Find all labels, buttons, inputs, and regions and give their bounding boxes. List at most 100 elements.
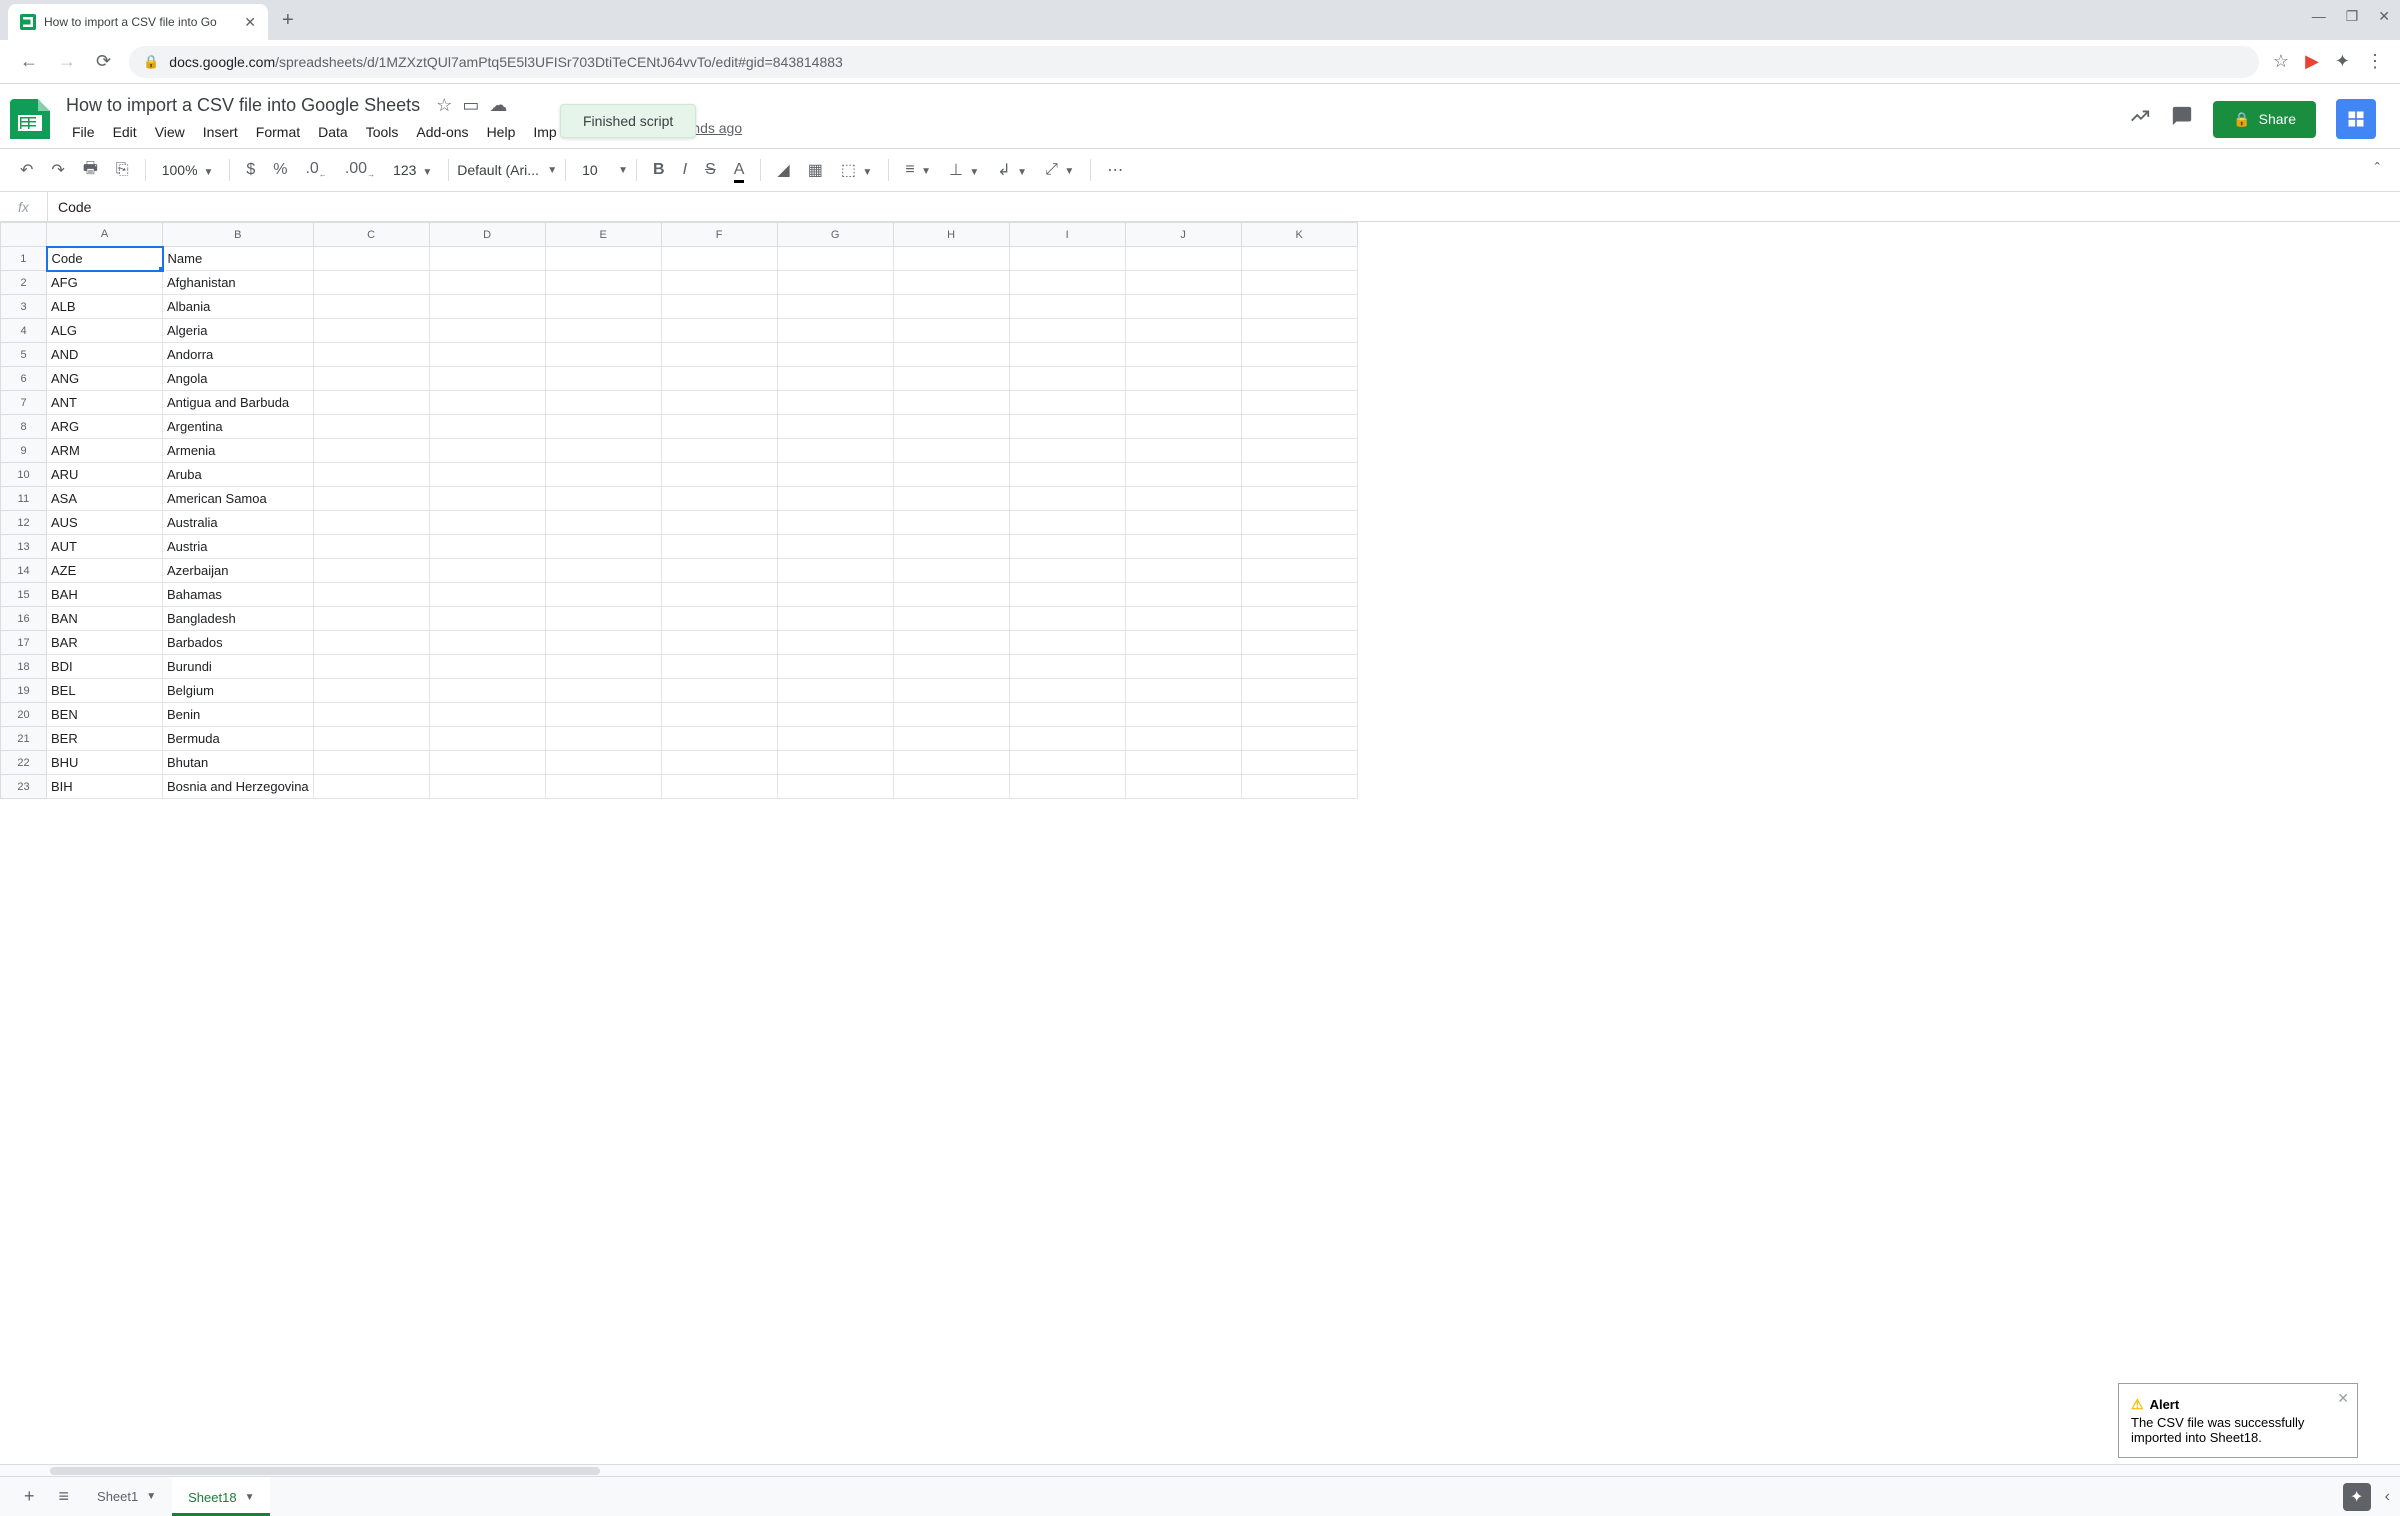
row-header[interactable]: 5 <box>1 343 47 367</box>
column-header-E[interactable]: E <box>545 223 661 247</box>
cell[interactable] <box>1125 511 1241 535</box>
cell[interactable] <box>545 415 661 439</box>
cell[interactable] <box>777 271 893 295</box>
cell[interactable]: Name <box>163 247 314 271</box>
cell[interactable]: Austria <box>163 535 314 559</box>
cell[interactable] <box>545 655 661 679</box>
cell[interactable] <box>1125 703 1241 727</box>
cell[interactable] <box>313 439 429 463</box>
cell[interactable] <box>313 295 429 319</box>
address-bar[interactable]: 🔒 docs.google.com/spreadsheets/d/1MZXztQ… <box>129 46 2259 78</box>
column-header-G[interactable]: G <box>777 223 893 247</box>
cell[interactable]: ANG <box>47 367 163 391</box>
cell[interactable] <box>1125 439 1241 463</box>
cell[interactable]: Argentina <box>163 415 314 439</box>
row-header[interactable]: 10 <box>1 463 47 487</box>
cell[interactable] <box>313 343 429 367</box>
activity-icon[interactable] <box>2129 105 2151 133</box>
menu-data[interactable]: Data <box>310 120 356 144</box>
extensions-icon[interactable]: ✦ <box>2335 51 2350 72</box>
column-header-A[interactable]: A <box>47 223 163 247</box>
redo-icon[interactable]: ↷ <box>43 154 72 186</box>
cell[interactable] <box>313 463 429 487</box>
cell[interactable] <box>545 463 661 487</box>
cell[interactable] <box>1009 343 1125 367</box>
cell[interactable] <box>1241 727 1357 751</box>
cell[interactable]: BHU <box>47 751 163 775</box>
cell[interactable] <box>429 607 545 631</box>
row-header[interactable]: 6 <box>1 367 47 391</box>
cell[interactable] <box>1009 727 1125 751</box>
row-header[interactable]: 17 <box>1 631 47 655</box>
bold-icon[interactable]: B <box>645 155 673 185</box>
cell[interactable]: Benin <box>163 703 314 727</box>
cell[interactable] <box>545 775 661 799</box>
font-size-select[interactable]: 10 <box>574 158 614 182</box>
cell[interactable] <box>893 679 1009 703</box>
cell[interactable] <box>313 751 429 775</box>
cell[interactable] <box>545 343 661 367</box>
cell[interactable] <box>1009 703 1125 727</box>
cell[interactable] <box>1125 607 1241 631</box>
cell[interactable] <box>777 655 893 679</box>
grid-scroll[interactable]: ABCDEFGHIJK1CodeName2AFGAfghanistan3ALBA… <box>0 222 2400 1464</box>
sheet-tab-sheet1[interactable]: Sheet1 ▼ <box>81 1477 172 1516</box>
cell[interactable] <box>661 367 777 391</box>
cell[interactable] <box>893 751 1009 775</box>
cell[interactable] <box>777 463 893 487</box>
cell[interactable] <box>313 631 429 655</box>
cell[interactable] <box>545 319 661 343</box>
strikethrough-icon[interactable]: S <box>697 155 724 185</box>
cell[interactable] <box>429 631 545 655</box>
cell[interactable] <box>313 535 429 559</box>
cell[interactable] <box>313 607 429 631</box>
cell[interactable] <box>313 775 429 799</box>
undo-icon[interactable]: ↶ <box>12 154 41 186</box>
chrome-menu-icon[interactable]: ⋮ <box>2366 51 2384 72</box>
cell[interactable] <box>1241 487 1357 511</box>
font-select[interactable]: Default (Ari... <box>457 162 543 178</box>
cell[interactable] <box>777 295 893 319</box>
cell[interactable] <box>1125 319 1241 343</box>
cell[interactable] <box>893 703 1009 727</box>
row-header[interactable]: 23 <box>1 775 47 799</box>
extension1-icon[interactable]: ▶ <box>2305 51 2319 72</box>
cell[interactable]: Barbados <box>163 631 314 655</box>
cell[interactable] <box>893 775 1009 799</box>
cell[interactable] <box>1241 415 1357 439</box>
decrease-decimal-icon[interactable]: .0← <box>297 154 334 185</box>
cell[interactable]: Aruba <box>163 463 314 487</box>
cell[interactable] <box>1009 391 1125 415</box>
cell[interactable] <box>429 583 545 607</box>
cell[interactable] <box>1241 511 1357 535</box>
sheet-tab-sheet18[interactable]: Sheet18 ▼ <box>172 1477 270 1516</box>
cell[interactable] <box>1125 463 1241 487</box>
cell[interactable] <box>893 559 1009 583</box>
cell[interactable] <box>661 247 777 271</box>
cell[interactable] <box>1125 631 1241 655</box>
star-icon[interactable]: ☆ <box>2273 51 2289 72</box>
cell[interactable] <box>1009 511 1125 535</box>
cell[interactable]: Australia <box>163 511 314 535</box>
cell[interactable] <box>893 463 1009 487</box>
cell[interactable] <box>893 343 1009 367</box>
cell[interactable] <box>429 247 545 271</box>
cell[interactable] <box>661 703 777 727</box>
cell[interactable] <box>893 535 1009 559</box>
cell[interactable]: Code <box>47 247 163 271</box>
cell[interactable]: BDI <box>47 655 163 679</box>
cell[interactable] <box>313 391 429 415</box>
cell[interactable] <box>777 487 893 511</box>
cell[interactable] <box>893 271 1009 295</box>
explore-button[interactable]: ✦ <box>2343 1483 2371 1511</box>
font-caret[interactable]: ▼ <box>547 165 557 176</box>
cell[interactable] <box>429 511 545 535</box>
cell[interactable] <box>429 655 545 679</box>
cell[interactable] <box>1125 367 1241 391</box>
row-header[interactable]: 12 <box>1 511 47 535</box>
cell[interactable] <box>777 367 893 391</box>
cell[interactable] <box>1241 319 1357 343</box>
cell[interactable]: AFG <box>47 271 163 295</box>
cell[interactable] <box>661 655 777 679</box>
cell[interactable]: Andorra <box>163 343 314 367</box>
